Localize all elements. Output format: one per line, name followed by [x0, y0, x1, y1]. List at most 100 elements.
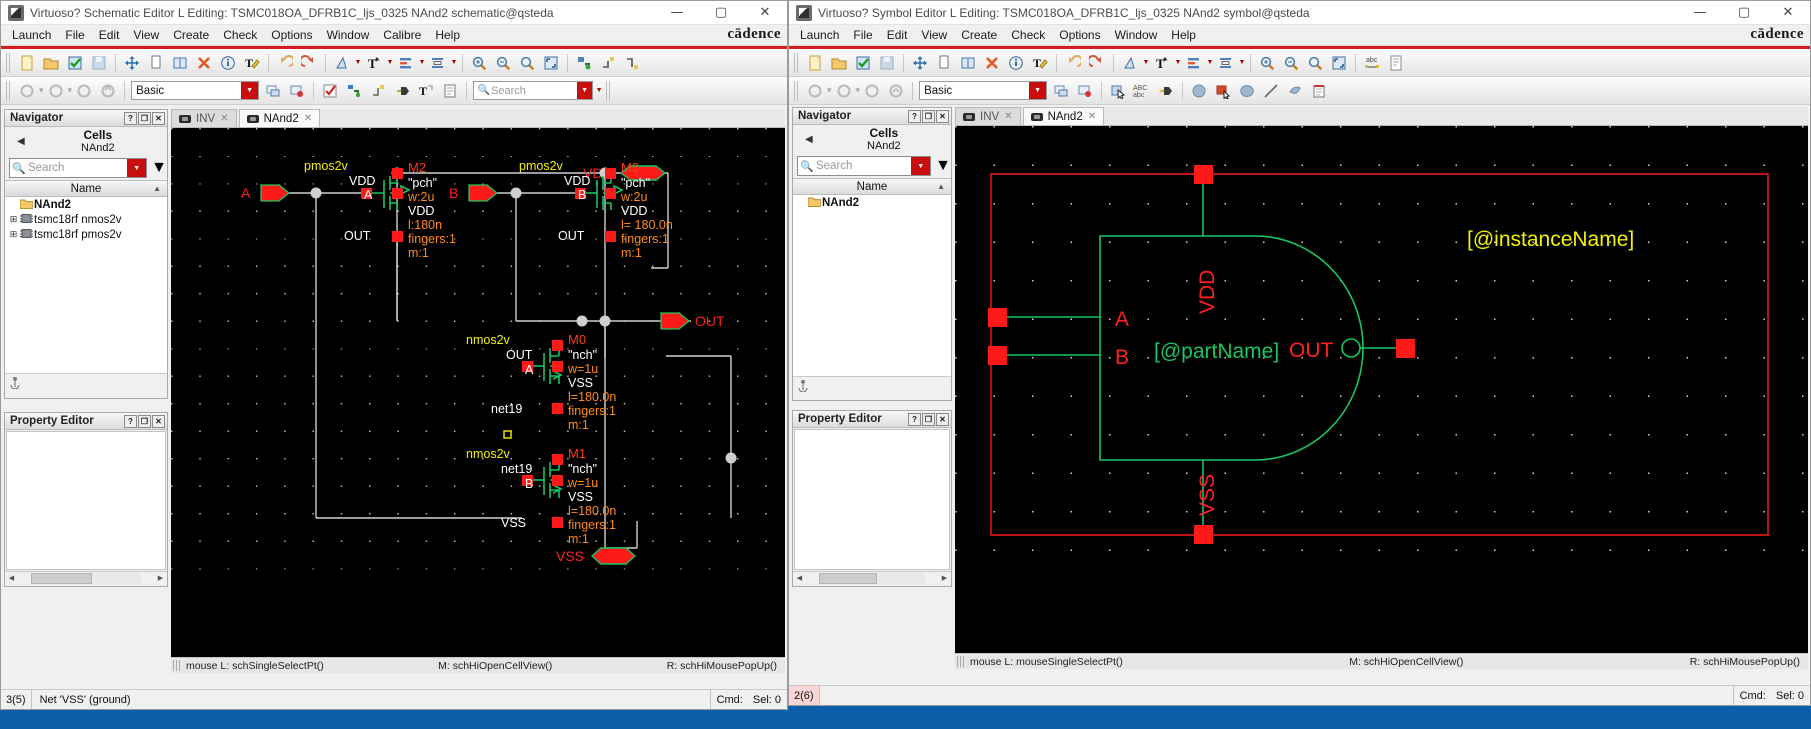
hierarchy-ascend-icon[interactable]	[597, 52, 619, 74]
toolbar-grip-3[interactable]	[606, 80, 613, 101]
save-layers-icon[interactable]	[262, 80, 284, 102]
delete-icon[interactable]	[193, 52, 215, 74]
save-icon[interactable]	[876, 52, 898, 74]
menu-help[interactable]: Help	[1164, 26, 1203, 44]
minimize-button[interactable]: —	[1678, 1, 1722, 24]
navigator-help-button[interactable]: ?	[124, 111, 137, 125]
scroll-left-arrow[interactable]: ◀	[793, 574, 806, 582]
copy-icon[interactable]	[933, 52, 955, 74]
tab-close-icon[interactable]: ✕	[304, 113, 312, 124]
fit-window-icon[interactable]	[540, 52, 562, 74]
tab-close-icon[interactable]: ✕	[1004, 111, 1012, 122]
toolbar-grip-2[interactable]	[6, 80, 12, 101]
property-editor-help-button[interactable]: ?	[124, 414, 137, 428]
close-button[interactable]: ✕	[743, 1, 787, 24]
hierarchy-return-icon[interactable]	[621, 52, 643, 74]
toolbar-grip[interactable]	[794, 52, 800, 73]
polygon-shape-icon[interactable]	[1284, 80, 1306, 102]
pin-tool-icon[interactable]	[391, 80, 413, 102]
tab-inv[interactable]: INV ✕	[955, 107, 1021, 125]
property-editor-body[interactable]	[6, 431, 166, 570]
rotate-left-icon[interactable]	[16, 80, 38, 102]
symbol-canvas[interactable]: A B OUT VDD VSS [@partName] [@instanceNa…	[955, 126, 1808, 653]
menu-edit[interactable]: Edit	[92, 26, 127, 44]
open-folder-icon[interactable]	[40, 52, 62, 74]
library-combo-caret[interactable]: ▼	[241, 82, 259, 99]
rotate-left-icon[interactable]	[804, 80, 826, 102]
select-tool-icon[interactable]	[319, 80, 341, 102]
library-combo[interactable]: Basic ▼	[919, 81, 1048, 100]
zoom-in-icon[interactable]	[1256, 52, 1278, 74]
align-dropdown-caret[interactable]: ▼	[418, 52, 426, 74]
distribute-dropdown-caret[interactable]: ▼	[450, 52, 458, 74]
toolbar-grip-2[interactable]	[794, 80, 800, 101]
zoom-in-icon[interactable]	[468, 52, 490, 74]
list-item[interactable]: ⊞ tsmc18rf nmos2v	[5, 212, 167, 227]
distribute-dropdown-caret[interactable]: ▼	[1238, 52, 1246, 74]
navigator-tree[interactable]: NAnd2	[793, 195, 951, 377]
navigator-search-caret[interactable]: ▼	[911, 157, 931, 176]
list-item[interactable]: NAnd2	[5, 197, 167, 212]
zoom-fit-icon[interactable]	[1304, 52, 1326, 74]
copy-icon[interactable]	[145, 52, 167, 74]
list-item[interactable]: NAnd2	[793, 195, 951, 210]
library-combo-caret[interactable]: ▼	[1029, 82, 1047, 99]
hscroll-thumb[interactable]	[31, 572, 92, 584]
check-save-icon[interactable]	[852, 52, 874, 74]
distribute-icon[interactable]	[427, 52, 449, 74]
property-editor-close-button[interactable]: ✕	[936, 412, 949, 426]
menu-options[interactable]: Options	[1052, 26, 1107, 44]
navigator-filter-caret[interactable]: ▼	[935, 157, 951, 175]
property-editor-close-button[interactable]: ✕	[152, 414, 165, 428]
minimize-button[interactable]: —	[655, 1, 699, 24]
rect-shape-icon[interactable]	[1212, 80, 1234, 102]
navigator-close-button[interactable]: ✕	[152, 111, 165, 125]
property-editor-float-button[interactable]: ❐	[138, 414, 151, 428]
select-arrow-icon[interactable]	[1107, 80, 1129, 102]
tab-nand2[interactable]: NAnd2 ✕	[238, 109, 321, 127]
move-icon[interactable]	[909, 52, 931, 74]
open-folder-icon[interactable]	[828, 52, 850, 74]
text-dropdown-caret[interactable]: ▼	[1174, 52, 1182, 74]
fit-window-icon[interactable]	[1328, 52, 1350, 74]
align-dropdown-caret[interactable]: ▼	[1206, 52, 1214, 74]
menu-check[interactable]: Check	[216, 26, 264, 44]
schematic-canvas[interactable]: VDD VSS A B OUT pmos2v VDD A OUT M2 "pch…	[171, 128, 785, 657]
list-item[interactable]: ⊞ tsmc18rf pmos2v	[5, 227, 167, 242]
redo-icon[interactable]	[1086, 52, 1108, 74]
ellipse-shape-icon[interactable]	[1236, 80, 1258, 102]
scroll-right-arrow[interactable]: ▶	[154, 574, 167, 582]
scroll-right-arrow[interactable]: ▶	[938, 574, 951, 582]
navigator-search-input[interactable]: 🔍 Search ▼	[797, 156, 932, 177]
shape-tool-icon[interactable]	[1119, 52, 1141, 74]
menu-check[interactable]: Check	[1004, 26, 1052, 44]
undo-icon[interactable]	[1062, 52, 1084, 74]
shape-tool-icon[interactable]	[331, 52, 353, 74]
property-editor-help-button[interactable]: ?	[908, 412, 921, 426]
note-tool-icon[interactable]	[439, 80, 461, 102]
zoom-out-icon[interactable]	[492, 52, 514, 74]
maximize-button[interactable]: ▢	[699, 1, 743, 24]
info-icon[interactable]	[217, 52, 239, 74]
property-editor-hscrollbar[interactable]: ◀ ▶	[5, 571, 167, 584]
zoom-out-icon[interactable]	[1280, 52, 1302, 74]
sort-ascending-icon[interactable]: ▲	[153, 184, 161, 193]
wire-tool-icon[interactable]	[343, 80, 365, 102]
menu-launch[interactable]: Launch	[793, 26, 846, 44]
tree-expander[interactable]: ⊞	[8, 229, 19, 240]
text-tool-icon[interactable]: T	[1151, 52, 1173, 74]
sort-ascending-icon[interactable]: ▲	[937, 182, 945, 191]
reset-view-icon[interactable]	[885, 80, 907, 102]
hierarchy-descend-icon[interactable]	[573, 52, 595, 74]
menu-file[interactable]: File	[846, 26, 879, 44]
hide-layers-icon[interactable]	[1074, 80, 1096, 102]
new-file-icon[interactable]	[804, 52, 826, 74]
menu-calibre[interactable]: Calibre	[376, 26, 428, 44]
distribute-icon[interactable]	[1215, 52, 1237, 74]
save-layers-icon[interactable]	[1050, 80, 1072, 102]
menu-view[interactable]: View	[126, 26, 166, 44]
shape-dropdown-caret[interactable]: ▼	[1142, 52, 1150, 74]
align-left-icon[interactable]	[1183, 52, 1205, 74]
undo-icon[interactable]	[274, 52, 296, 74]
navigator-search-caret[interactable]: ▼	[127, 159, 147, 178]
